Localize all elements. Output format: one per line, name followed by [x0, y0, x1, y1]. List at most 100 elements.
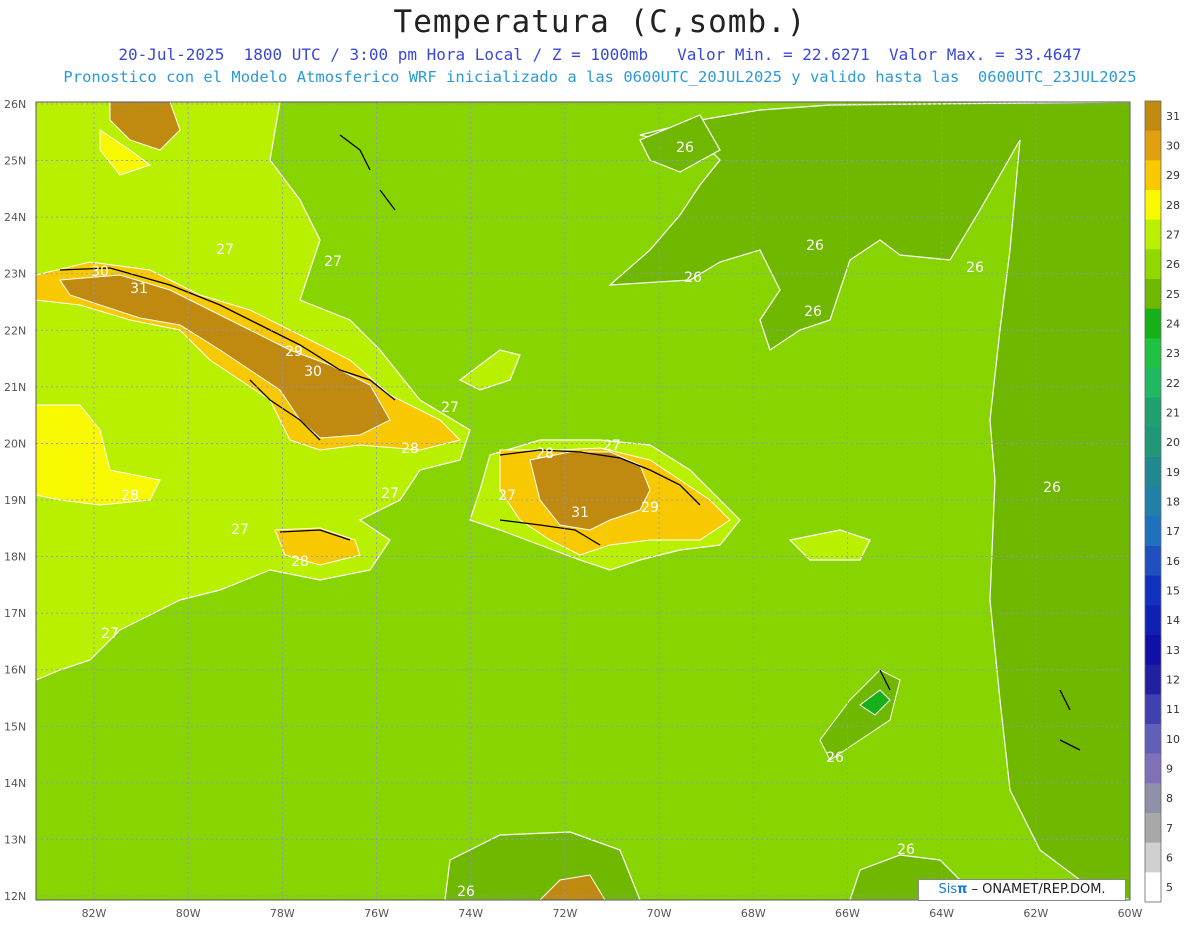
colorbar-swatch: [1145, 842, 1161, 873]
colorbar-label: 18: [1166, 496, 1180, 509]
colorbar-swatch: [1145, 219, 1161, 250]
colorbar-label: 31: [1166, 110, 1180, 123]
colorbar-label: 13: [1166, 644, 1180, 657]
lat-label: 12N: [4, 890, 26, 903]
contour-label: 28: [291, 554, 309, 570]
colorbar-label: 21: [1166, 407, 1180, 420]
credit-box: Sisπ – ONAMET/REP.DOM.: [918, 879, 1126, 901]
lat-label: 19N: [4, 494, 26, 507]
contour-label: 26: [1043, 480, 1061, 496]
lat-label: 25N: [4, 155, 26, 168]
colorbar-swatch: [1145, 190, 1161, 221]
colorbar-label: 12: [1166, 674, 1180, 687]
lon-label: 68W: [741, 907, 766, 920]
colorbar-swatch: [1145, 575, 1161, 606]
lon-label: 62W: [1023, 907, 1048, 920]
contour-label: 31: [571, 505, 589, 521]
colorbar-label: 11: [1166, 703, 1180, 716]
colorbar-swatch: [1145, 160, 1161, 191]
colorbar-label: 28: [1166, 199, 1180, 212]
colorbar-swatch: [1145, 872, 1161, 903]
contour-label: 26: [897, 842, 915, 858]
colorbar-label: 16: [1166, 555, 1180, 568]
lat-label: 16N: [4, 664, 26, 677]
lat-label: 24N: [4, 211, 26, 224]
contour-label: 29: [641, 500, 659, 516]
lon-label: 72W: [552, 907, 577, 920]
contour-label: 29: [285, 344, 303, 360]
contour-label: 28: [401, 441, 419, 457]
contour-label: 26: [804, 304, 822, 320]
contour-label: 26: [966, 260, 984, 276]
credit-pi: π: [957, 882, 968, 897]
lat-label: 23N: [4, 268, 26, 281]
lon-label: 60W: [1118, 907, 1143, 920]
colorbar-swatch: [1145, 338, 1161, 369]
colorbar-swatch: [1145, 368, 1161, 399]
lat-label: 14N: [4, 777, 26, 790]
colorbar-label: 10: [1166, 733, 1180, 746]
lon-label: 66W: [835, 907, 860, 920]
colorbar-swatch: [1145, 664, 1161, 695]
lon-label: 76W: [364, 907, 389, 920]
colorbar-label: 8: [1166, 792, 1173, 805]
colorbar-swatch: [1145, 635, 1161, 666]
colorbar-label: 24: [1166, 318, 1180, 331]
contour-label: 28: [121, 488, 139, 504]
colorbar-swatch: [1145, 783, 1161, 814]
contour-label: 28: [536, 446, 554, 462]
colorbar-swatch: [1145, 546, 1161, 577]
latitude-labels: 26N 25N 24N 23N 22N 21N 20N 19N 18N 17N 16N 15N 14N 1…: [4, 98, 26, 903]
contour-label: 27: [231, 522, 249, 538]
lat-label: 18N: [4, 551, 26, 564]
contour-label: 27: [603, 438, 621, 454]
colorbar-label: 23: [1166, 347, 1180, 360]
colorbar-swatch: [1145, 753, 1161, 784]
contour-label: 27: [101, 626, 119, 642]
lon-label: 82W: [82, 907, 107, 920]
colorbar-swatch: [1145, 279, 1161, 310]
contour-label: 26: [684, 270, 702, 286]
contour-label: 26: [826, 750, 844, 766]
lon-label: 80W: [176, 907, 201, 920]
colorbar-swatch: [1145, 308, 1161, 339]
colorbar-label: 15: [1166, 585, 1180, 598]
colorbar-label: 22: [1166, 377, 1180, 390]
colorbar-label: 9: [1166, 763, 1173, 776]
colorbar-label: 20: [1166, 436, 1180, 449]
lat-label: 26N: [4, 98, 26, 111]
colorbar-label: 5: [1166, 881, 1173, 894]
lat-label: 17N: [4, 607, 26, 620]
colorbar-swatch: [1145, 249, 1161, 280]
lat-label: 13N: [4, 833, 26, 846]
colorbar-label: 25: [1166, 288, 1180, 301]
colorbar-label: 6: [1166, 852, 1173, 865]
lat-label: 15N: [4, 720, 26, 733]
lat-label: 22N: [4, 324, 26, 337]
colorbar-label: 19: [1166, 466, 1180, 479]
colorbar-swatch: [1145, 516, 1161, 547]
lat-label: 21N: [4, 381, 26, 394]
contour-label: 26: [806, 238, 824, 254]
lon-label: 64W: [929, 907, 954, 920]
colorbar-label: 27: [1166, 229, 1180, 242]
colorbar-swatch: [1145, 486, 1161, 517]
contour-label: 31: [130, 281, 148, 297]
colorbar-swatch: [1145, 101, 1161, 132]
colorbar-label: 14: [1166, 614, 1180, 627]
lon-label: 70W: [647, 907, 672, 920]
contour-label: 27: [441, 400, 459, 416]
colorbar-label: 29: [1166, 169, 1180, 182]
contour-label: 26: [676, 140, 694, 156]
contour-label: 27: [216, 242, 234, 258]
contour-label: 30: [91, 264, 109, 280]
longitude-labels: 82W 80W 78W 76W 74W 72W 70W 68W 66W 64W 62W 60W: [82, 907, 1143, 920]
colorbar-swatch: [1145, 130, 1161, 161]
colorbar-swatch: [1145, 605, 1161, 636]
colorbar-swatch: [1145, 724, 1161, 755]
colorbar: 31 30 29 28 27 26 25 24 23 22 21 20 19 18 17 16 15 14 13 12…: [1144, 100, 1180, 903]
colorbar-swatch: [1145, 694, 1161, 725]
colorbar-label: 26: [1166, 258, 1180, 271]
contour-label: 30: [304, 364, 322, 380]
credit-text: – ONAMET/REP.DOM.: [967, 882, 1106, 897]
